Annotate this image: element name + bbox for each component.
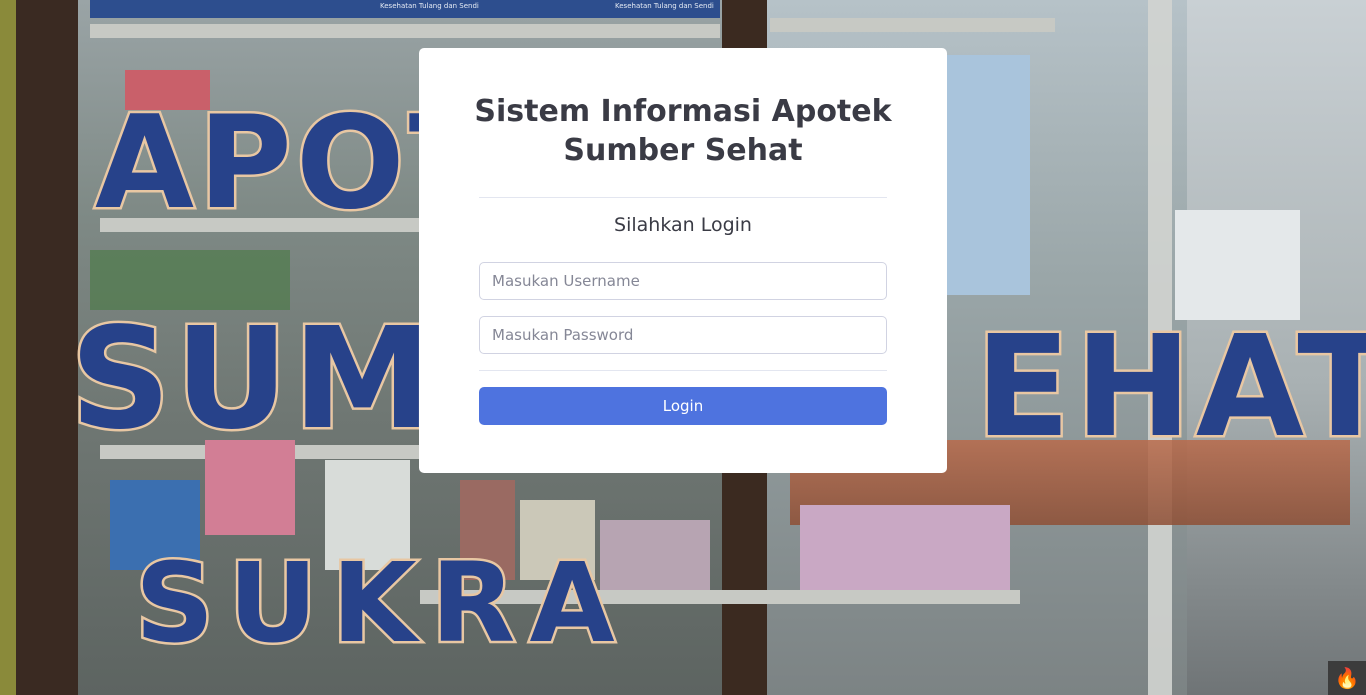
page-title: Sistem Informasi Apotek Sumber Sehat xyxy=(419,92,947,170)
bg-door-frame-left xyxy=(16,0,78,695)
username-input[interactable] xyxy=(479,262,887,300)
bg-top-banner: Kesehatan Tulang dan Sendi Kesehatan Tul… xyxy=(90,0,720,18)
bg-shelf-label: Kesehatan Tulang dan Sendi xyxy=(380,2,479,10)
flame-icon[interactable]: 🔥 xyxy=(1328,661,1366,695)
login-subtitle: Silahkan Login xyxy=(614,214,752,236)
bg-product xyxy=(800,505,1010,590)
password-input[interactable] xyxy=(479,316,887,354)
bg-product xyxy=(1175,210,1300,320)
bg-sign-sehat: EHAT xyxy=(973,306,1366,469)
login-button[interactable]: Login xyxy=(479,387,887,425)
divider xyxy=(479,197,887,198)
divider xyxy=(479,370,887,371)
bg-shelf xyxy=(770,18,1055,32)
bg-product xyxy=(945,55,1030,295)
title-line-1: Sistem Informasi Apotek xyxy=(474,94,892,129)
bg-edge xyxy=(0,0,16,695)
title-line-2: Sumber Sehat xyxy=(563,133,803,168)
login-card: Sistem Informasi Apotek Sumber Sehat Sil… xyxy=(419,48,947,473)
bg-shelf xyxy=(90,24,720,38)
bg-sign-sukra: SUKRA xyxy=(133,539,629,667)
bg-shelf-label: Kesehatan Tulang dan Sendi xyxy=(615,2,714,10)
